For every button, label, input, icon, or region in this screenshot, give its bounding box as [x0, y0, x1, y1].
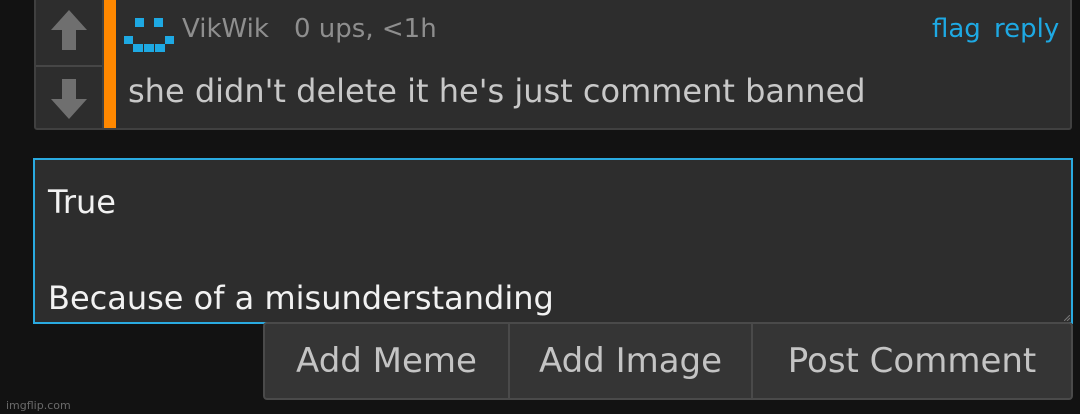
downvote-button[interactable]: [36, 65, 102, 131]
upvote-button[interactable]: [36, 0, 102, 62]
comment-username[interactable]: VikWik: [182, 14, 269, 44]
add-meme-button[interactable]: Add Meme: [265, 324, 510, 398]
comment-textarea[interactable]: True Because of a misunderstanding: [33, 158, 1073, 324]
arrow-up-icon: [51, 10, 87, 50]
comment-text: she didn't delete it he's just comment b…: [128, 72, 866, 110]
pixel-face-avatar-icon[interactable]: [124, 16, 174, 54]
flag-link[interactable]: flag: [932, 14, 981, 44]
vote-column: [36, 0, 102, 128]
comment-meta: 0 ups, <1h: [294, 14, 437, 44]
post-comment-button[interactable]: Post Comment: [753, 324, 1071, 398]
comment-actions: Add Meme Add Image Post Comment: [263, 322, 1073, 400]
resize-grip-icon[interactable]: [1064, 315, 1070, 321]
imgflip-watermark: imgflip.com: [6, 399, 71, 412]
comment-accent-bar: [104, 0, 116, 128]
comment-card: VikWik 0 ups, <1h flag reply she didn't …: [34, 0, 1072, 130]
reply-link[interactable]: reply: [994, 14, 1059, 44]
arrow-down-icon: [51, 79, 87, 119]
add-image-button[interactable]: Add Image: [510, 324, 753, 398]
